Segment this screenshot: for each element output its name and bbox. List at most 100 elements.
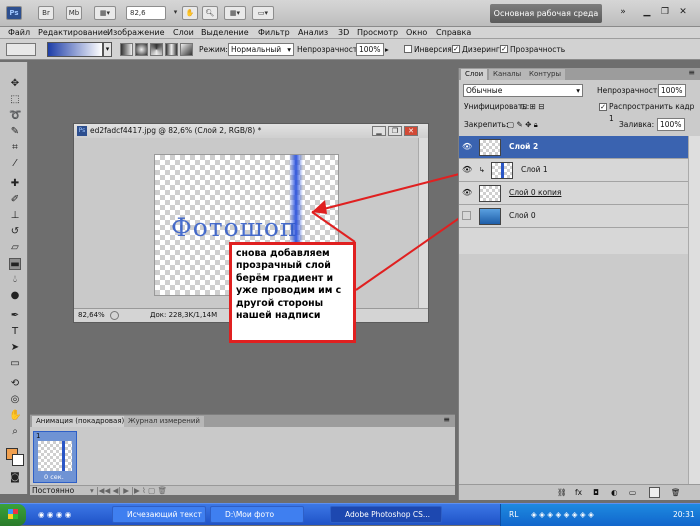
gradient-tool-icon[interactable]: ▬ xyxy=(9,258,21,270)
workspace-arrow-icon[interactable]: » xyxy=(616,5,630,19)
tab-paths[interactable]: Контуры xyxy=(525,69,566,80)
visibility-empty-box[interactable] xyxy=(462,211,471,220)
menu-analysis[interactable]: Анализ xyxy=(298,27,328,39)
menu-select[interactable]: Выделение xyxy=(201,27,249,39)
layer-name[interactable]: Слой 2 xyxy=(509,142,538,152)
panel-menu-icon[interactable]: ≡ xyxy=(688,68,695,77)
transparency-checkbox[interactable]: ✓ xyxy=(500,45,508,53)
bridge-button[interactable]: Br xyxy=(38,6,54,20)
fill-field[interactable]: 100% xyxy=(657,118,685,131)
menu-image[interactable]: Изображение xyxy=(107,27,165,39)
tray-icons[interactable]: ◈ ◈ ◈ ◈ ◈ ◈ ◈ ◈ xyxy=(531,509,594,521)
lock-icons[interactable]: ▢ ✎ ✥ 🔒︎ xyxy=(507,119,538,131)
document-title-bar[interactable]: Ps ed2fadcf4417.jpg @ 82,6% (Слой 2, RGB… xyxy=(74,124,428,138)
blend-mode-select[interactable]: Обычные ▾ xyxy=(463,84,583,97)
shape-tool-icon[interactable]: ▭ xyxy=(9,358,21,370)
view-extras-button[interactable]: ▦▾ xyxy=(94,6,116,20)
lasso-tool-icon[interactable]: ➰ xyxy=(9,110,21,122)
layer-row-1[interactable]: 👁︎ ↳ Слой 1 xyxy=(459,159,688,182)
quick-mask-icon[interactable]: ◙ xyxy=(9,472,21,484)
eraser-tool-icon[interactable]: ▱ xyxy=(9,242,21,254)
blur-tool-icon[interactable]: 💧︎ xyxy=(9,274,21,286)
menu-window[interactable]: Окно xyxy=(406,27,427,39)
trash-icon[interactable]: 🗑︎ xyxy=(671,487,681,499)
marquee-tool-icon[interactable]: ⬚ xyxy=(9,94,21,106)
frame-time[interactable]: 0 сек. xyxy=(44,473,64,481)
vertical-scrollbar[interactable] xyxy=(418,138,428,308)
new-layer-icon[interactable] xyxy=(649,487,660,498)
angle-gradient-button[interactable] xyxy=(150,43,163,56)
group-icon[interactable]: ▭ xyxy=(629,487,636,499)
menu-filter[interactable]: Фильтр xyxy=(258,27,290,39)
linear-gradient-button[interactable] xyxy=(120,43,133,56)
tool-preset-picker[interactable] xyxy=(6,43,36,56)
crop-tool-icon[interactable]: ⌗ xyxy=(9,142,21,154)
restore-icon[interactable]: ❐ xyxy=(658,5,672,19)
move-tool-icon[interactable]: ✥ xyxy=(9,78,21,90)
zoom-dropdown-icon[interactable]: ▾ xyxy=(171,6,180,20)
brush-tool-icon[interactable]: ✐ xyxy=(9,194,21,206)
dither-checkbox[interactable]: ✓ xyxy=(452,45,460,53)
propagate-checkbox[interactable]: ✓ xyxy=(599,103,607,111)
close-icon[interactable]: ✕ xyxy=(676,5,690,19)
3d-rotate-tool-icon[interactable]: ⟲ xyxy=(9,378,21,390)
task-explorer[interactable]: D:\Мои фото xyxy=(210,506,304,523)
menu-file[interactable]: Файл xyxy=(8,27,30,39)
doc-close-icon[interactable]: ✕ xyxy=(404,126,418,136)
loop-select[interactable]: Постоянно xyxy=(32,485,74,497)
opacity-arrow-icon[interactable]: ▸ xyxy=(385,44,389,56)
opacity-field[interactable]: 100% xyxy=(356,43,384,56)
diamond-gradient-button[interactable] xyxy=(180,43,193,56)
animation-frame-1[interactable]: 1 0 сек. xyxy=(33,431,77,483)
menu-view[interactable]: Просмотр xyxy=(357,27,398,39)
menu-help[interactable]: Справка xyxy=(436,27,471,39)
3d-orbit-tool-icon[interactable]: ◎ xyxy=(9,394,21,406)
fx-icon[interactable]: fx xyxy=(575,487,582,499)
tab-measurement-log[interactable]: Журнал измерений xyxy=(124,416,204,427)
mask-icon[interactable]: ◘ xyxy=(593,487,599,499)
layer-name[interactable]: Слой 0 копия xyxy=(509,188,561,198)
type-tool-icon[interactable]: T xyxy=(9,326,21,338)
eyedropper-tool-icon[interactable]: ⁄ xyxy=(9,158,21,170)
link-layers-icon[interactable]: ⛓ xyxy=(557,487,567,499)
layer-name[interactable]: Слой 0 xyxy=(509,211,536,221)
layer-row-0[interactable]: Слой 0 xyxy=(459,205,688,228)
dodge-tool-icon[interactable]: ● xyxy=(9,290,21,302)
layer-name[interactable]: Слой 1 xyxy=(521,165,548,175)
quick-select-tool-icon[interactable]: ✎ xyxy=(9,126,21,138)
clone-stamp-tool-icon[interactable]: ⊥ xyxy=(9,210,21,222)
radial-gradient-button[interactable] xyxy=(135,43,148,56)
zoom-level-field[interactable]: 82,6 xyxy=(126,6,166,20)
start-button[interactable] xyxy=(0,504,26,526)
zoom-tool-button[interactable]: 🔍︎ xyxy=(202,6,218,20)
hand-tool-button[interactable]: ✋ xyxy=(182,6,198,20)
mini-bridge-button[interactable]: Mb xyxy=(66,6,82,20)
mode-select[interactable]: Нормальный ▾ xyxy=(228,43,294,56)
eye-icon[interactable]: 👁︎ xyxy=(462,165,472,174)
reflected-gradient-button[interactable] xyxy=(165,43,178,56)
workspace-switcher[interactable]: Основная рабочая среда xyxy=(490,4,602,23)
arrange-documents-button[interactable]: ▦▾ xyxy=(224,6,246,20)
healing-brush-tool-icon[interactable]: ✚ xyxy=(9,178,21,190)
menu-3d[interactable]: 3D xyxy=(338,27,349,39)
layers-scrollbar[interactable] xyxy=(688,136,700,486)
history-brush-tool-icon[interactable]: ↺ xyxy=(9,226,21,238)
zoom-tool-icon[interactable]: ⌕ xyxy=(9,426,21,438)
minimize-icon[interactable]: ▁ xyxy=(640,5,654,19)
task-browser[interactable]: Исчезающий текст ... xyxy=(112,506,206,523)
gradient-dropdown-icon[interactable]: ▾ xyxy=(103,42,112,57)
background-color-swatch[interactable] xyxy=(12,454,24,466)
hand-tool-icon[interactable]: ✋ xyxy=(9,410,21,422)
menu-layers[interactable]: Слои xyxy=(173,27,194,39)
eye-icon[interactable]: 👁︎ xyxy=(462,188,472,197)
language-indicator[interactable]: RL xyxy=(509,509,518,521)
task-photoshop[interactable]: Adobe Photoshop CS... xyxy=(330,506,442,523)
path-select-tool-icon[interactable]: ➤ xyxy=(9,342,21,354)
pen-tool-icon[interactable]: ✒ xyxy=(9,310,21,322)
layer-row-2[interactable]: 👁︎ Слой 2 xyxy=(459,136,688,159)
tab-layers[interactable]: Слои xyxy=(461,69,488,80)
layer-row-0-copy[interactable]: 👁︎ Слой 0 копия xyxy=(459,182,688,205)
playback-controls-icons[interactable]: ▾ |◀◀ ◀| ▶ |▶ ⌇ ▢ 🗑︎ xyxy=(90,485,167,497)
doc-restore-icon[interactable]: ❐ xyxy=(388,126,402,136)
adjustment-icon[interactable]: ◐ xyxy=(611,487,618,499)
